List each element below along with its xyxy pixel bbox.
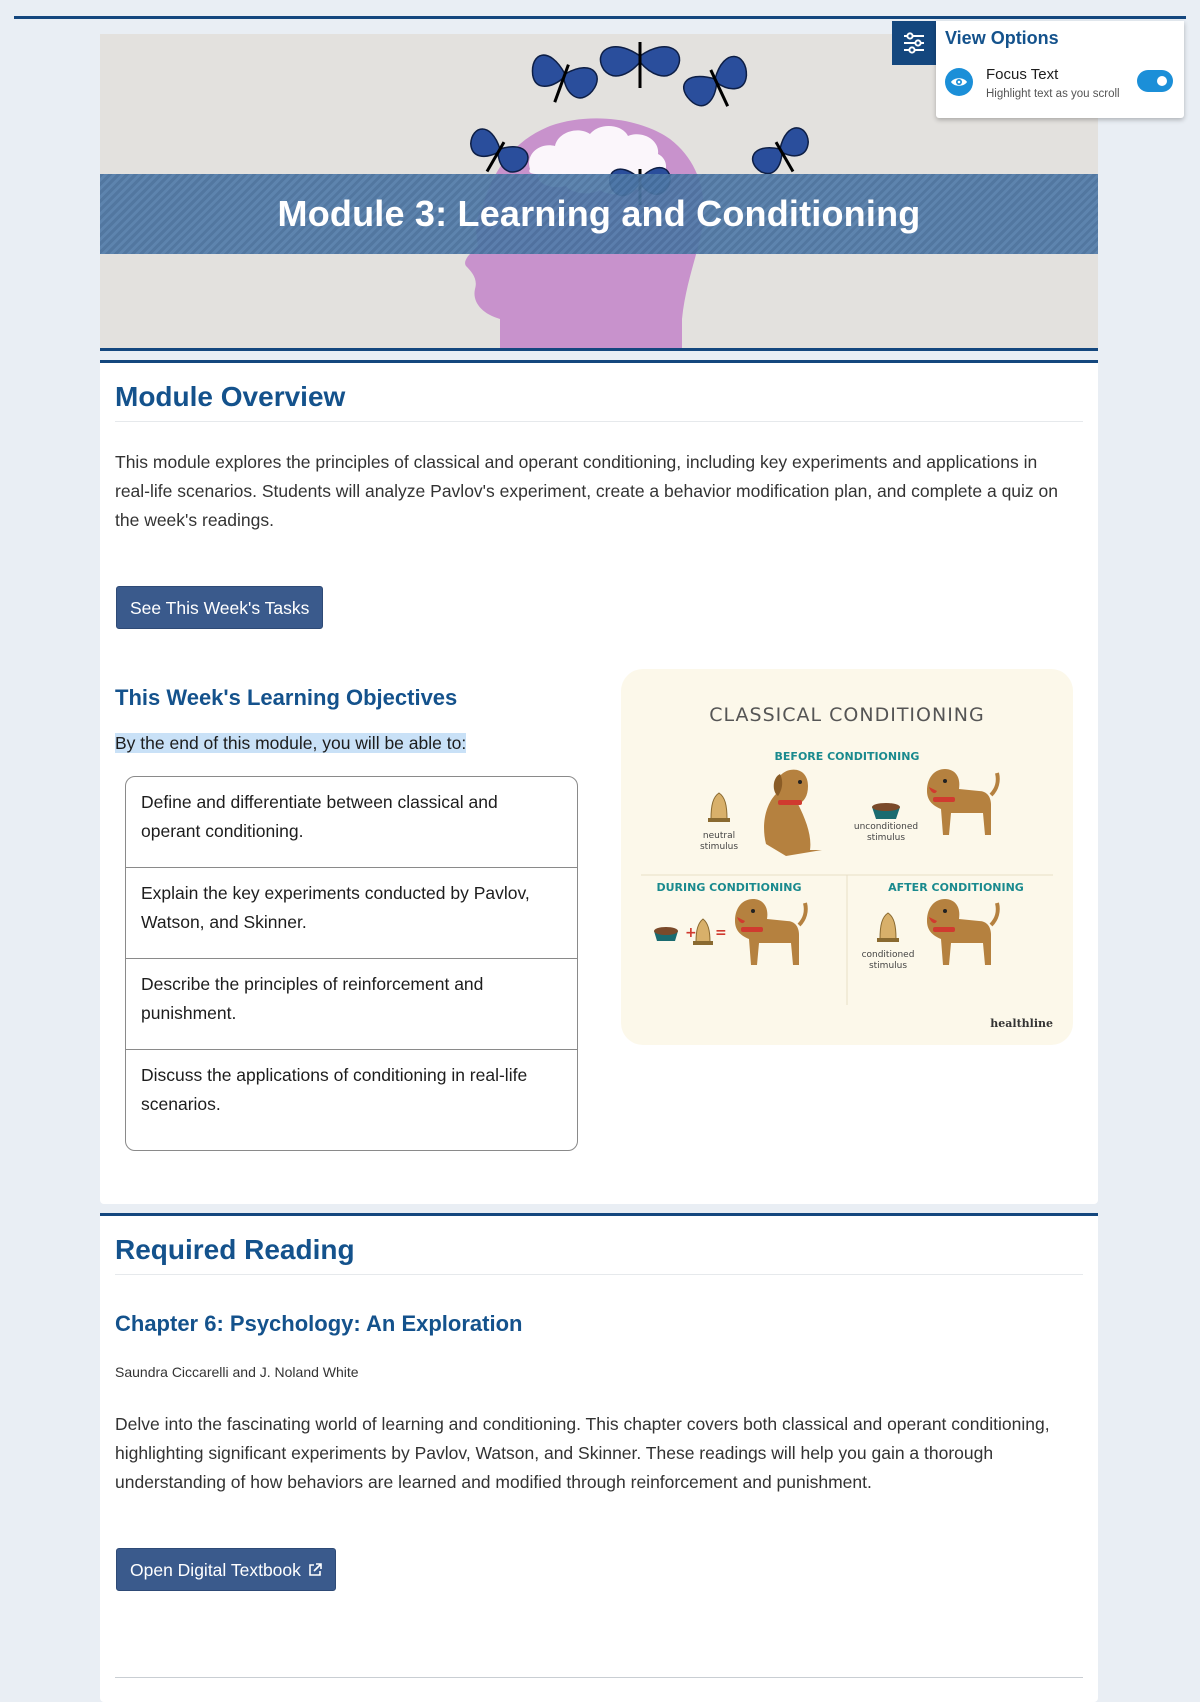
objectives-intro-highlighted: By the end of this module, you will be a… — [115, 733, 467, 753]
objective-item: Explain the key experiments conducted by… — [126, 868, 577, 959]
module-overview-text: This module explores the principles of c… — [100, 448, 1098, 535]
view-options-toggle-button[interactable] — [892, 21, 936, 65]
objective-text: operant conditioning. — [141, 821, 304, 841]
required-reading-heading: Required Reading — [115, 1234, 355, 1265]
after-conditioning-label: AFTER CONDITIONING — [888, 881, 1024, 894]
chapter-authors: Saundra Ciccarelli and J. Noland White — [115, 1364, 359, 1380]
focus-text-description: Highlight text as you scroll — [986, 88, 1120, 100]
reading-line: highlighting significant experiments by … — [115, 1443, 994, 1463]
view-options-panel: View Options Focus Text Highlight text a… — [936, 21, 1184, 118]
overview-line: real-life scenarios. Students will analy… — [115, 481, 1059, 501]
open-digital-textbook-button[interactable]: Open Digital Textbook — [116, 1548, 336, 1591]
objective-text: Discuss the applications of conditioning… — [141, 1065, 528, 1085]
banner-divider — [100, 348, 1098, 351]
external-link-icon — [308, 1563, 322, 1576]
objective-text: scenarios. — [141, 1094, 221, 1114]
objective-text: Describe the principles of reinforcement… — [141, 974, 484, 994]
eye-icon — [945, 68, 973, 96]
focus-text-toggle[interactable] — [1137, 70, 1173, 92]
reading-line: understanding of how behaviors are learn… — [115, 1472, 872, 1492]
overview-line: This module explores the principles of c… — [115, 452, 1038, 472]
required-reading-card: Required Reading Chapter 6: Psychology: … — [100, 1213, 1098, 1702]
during-conditioning-label: DURING CONDITIONING — [656, 881, 801, 894]
objective-text: Define and differentiate between classic… — [141, 792, 498, 812]
module-content: Module 3: Learning and Conditioning Modu… — [100, 34, 1098, 1702]
toggle-knob — [1157, 76, 1167, 86]
neutral-stimulus-label: stimulus — [700, 842, 738, 852]
healthline-brand: healthline — [990, 1017, 1053, 1030]
objective-item: Define and differentiate between classic… — [126, 777, 577, 868]
food-bowl-icon — [872, 803, 900, 819]
objective-item: Discuss the applications of conditioning… — [126, 1050, 577, 1150]
reading-line: Delve into the fascinating world of lear… — [115, 1414, 1050, 1434]
chapter-title: Chapter 6: Psychology: An Exploration — [115, 1311, 523, 1336]
learning-objectives-heading: This Week's Learning Objectives — [115, 685, 458, 710]
conditioned-stimulus-label: conditioned — [862, 950, 915, 960]
neutral-stimulus-label: neutral — [703, 831, 735, 841]
unconditioned-stimulus-label: stimulus — [867, 833, 905, 843]
objective-item: Describe the principles of reinforcement… — [126, 959, 577, 1050]
page-title: Module 3: Learning and Conditioning — [277, 193, 921, 234]
button-label: Open Digital Textbook — [130, 1560, 301, 1580]
food-bowl-icon — [654, 927, 678, 941]
reading-description: Delve into the fascinating world of lear… — [100, 1410, 1098, 1497]
sliders-icon — [904, 32, 924, 54]
see-weeks-tasks-button[interactable]: See This Week's Tasks — [116, 586, 324, 629]
module-overview-card: Module Overview This module explores the… — [100, 360, 1098, 1204]
section-divider — [115, 1274, 1083, 1275]
overview-line: the week's readings. — [115, 510, 274, 530]
objective-text: punishment. — [141, 1003, 237, 1023]
objectives-list: Define and differentiate between classic… — [125, 776, 578, 1151]
plus-sign: + — [685, 925, 697, 941]
conditioned-stimulus-label: stimulus — [869, 961, 907, 971]
banner-title-band: Module 3: Learning and Conditioning — [100, 174, 1098, 254]
module-overview-heading: Module Overview — [115, 381, 346, 412]
equals-sign: = — [715, 925, 727, 941]
objective-text: Watson, and Skinner. — [141, 912, 307, 932]
infographic-title: CLASSICAL CONDITIONING — [709, 704, 985, 726]
focus-text-label: Focus Text — [986, 66, 1059, 83]
objective-text: Explain the key experiments conducted by… — [141, 883, 530, 903]
section-divider — [115, 421, 1083, 422]
unconditioned-stimulus-label: unconditioned — [854, 822, 918, 832]
view-options-title: View Options — [945, 28, 1059, 48]
classical-conditioning-infographic: CLASSICAL CONDITIONING BEFORE CONDITIONI… — [621, 669, 1073, 1045]
section-divider — [115, 1677, 1083, 1678]
before-conditioning-label: BEFORE CONDITIONING — [775, 750, 920, 763]
